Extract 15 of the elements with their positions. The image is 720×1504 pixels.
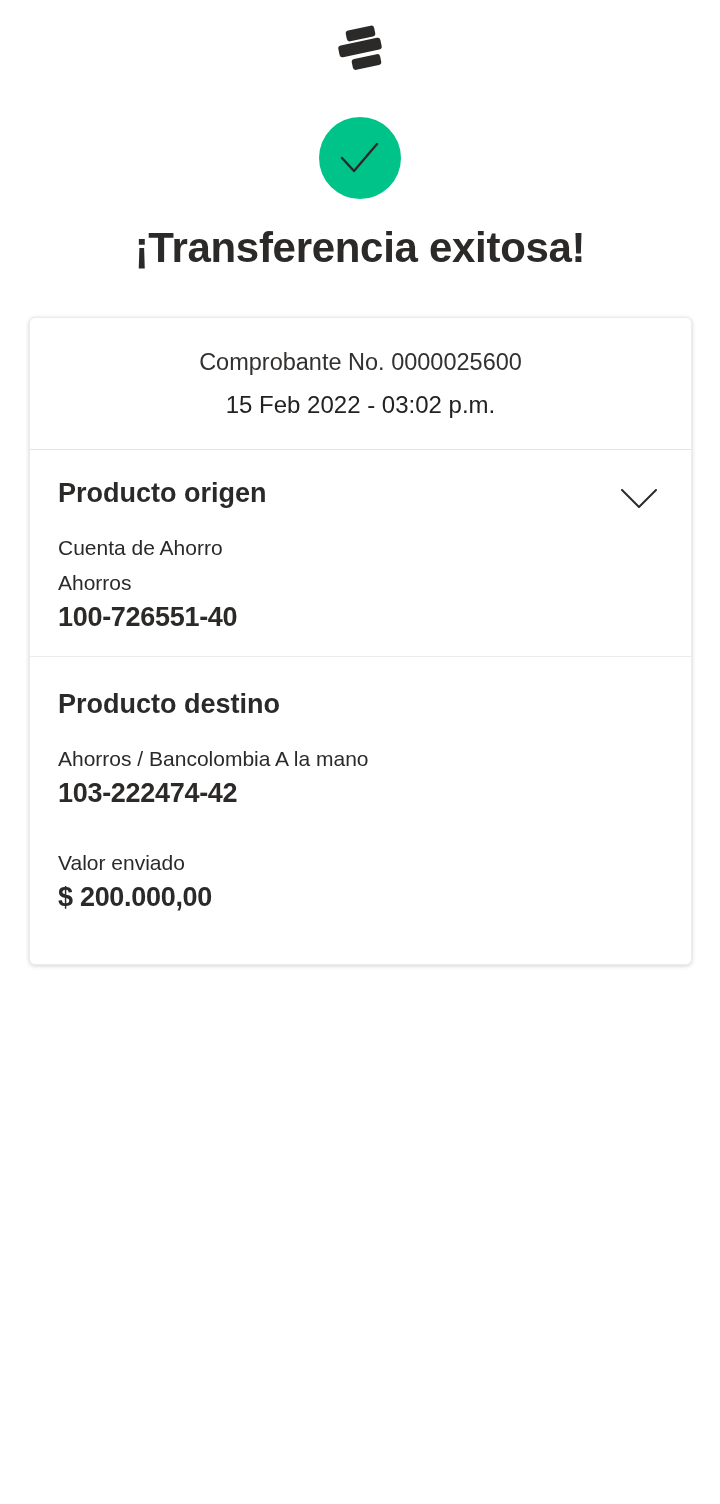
field-value: $ 200.000,00 xyxy=(58,881,213,914)
receipt-number: Comprobante No. 0000025600 xyxy=(199,348,522,377)
field-value: 100-726551-40 xyxy=(58,601,238,634)
field-label: Ahorros / Bancolombia A la mano xyxy=(58,746,369,772)
check-circle-icon xyxy=(319,117,401,199)
receipt-date: 15 Feb 2022 - 03:02 p.m. xyxy=(225,390,496,420)
chevron-down-icon[interactable] xyxy=(621,488,657,508)
field-label: Valor enviado xyxy=(58,850,185,876)
section-title: Producto origen xyxy=(58,477,267,510)
section-title: Producto destino xyxy=(58,688,280,721)
field-label: Ahorros xyxy=(58,570,132,596)
logo-icon xyxy=(337,25,383,71)
field-label: Cuenta de Ahorro xyxy=(58,535,223,561)
field-value: 103-222474-42 xyxy=(58,777,238,810)
success-title: ¡Transferencia exitosa! xyxy=(134,223,586,273)
